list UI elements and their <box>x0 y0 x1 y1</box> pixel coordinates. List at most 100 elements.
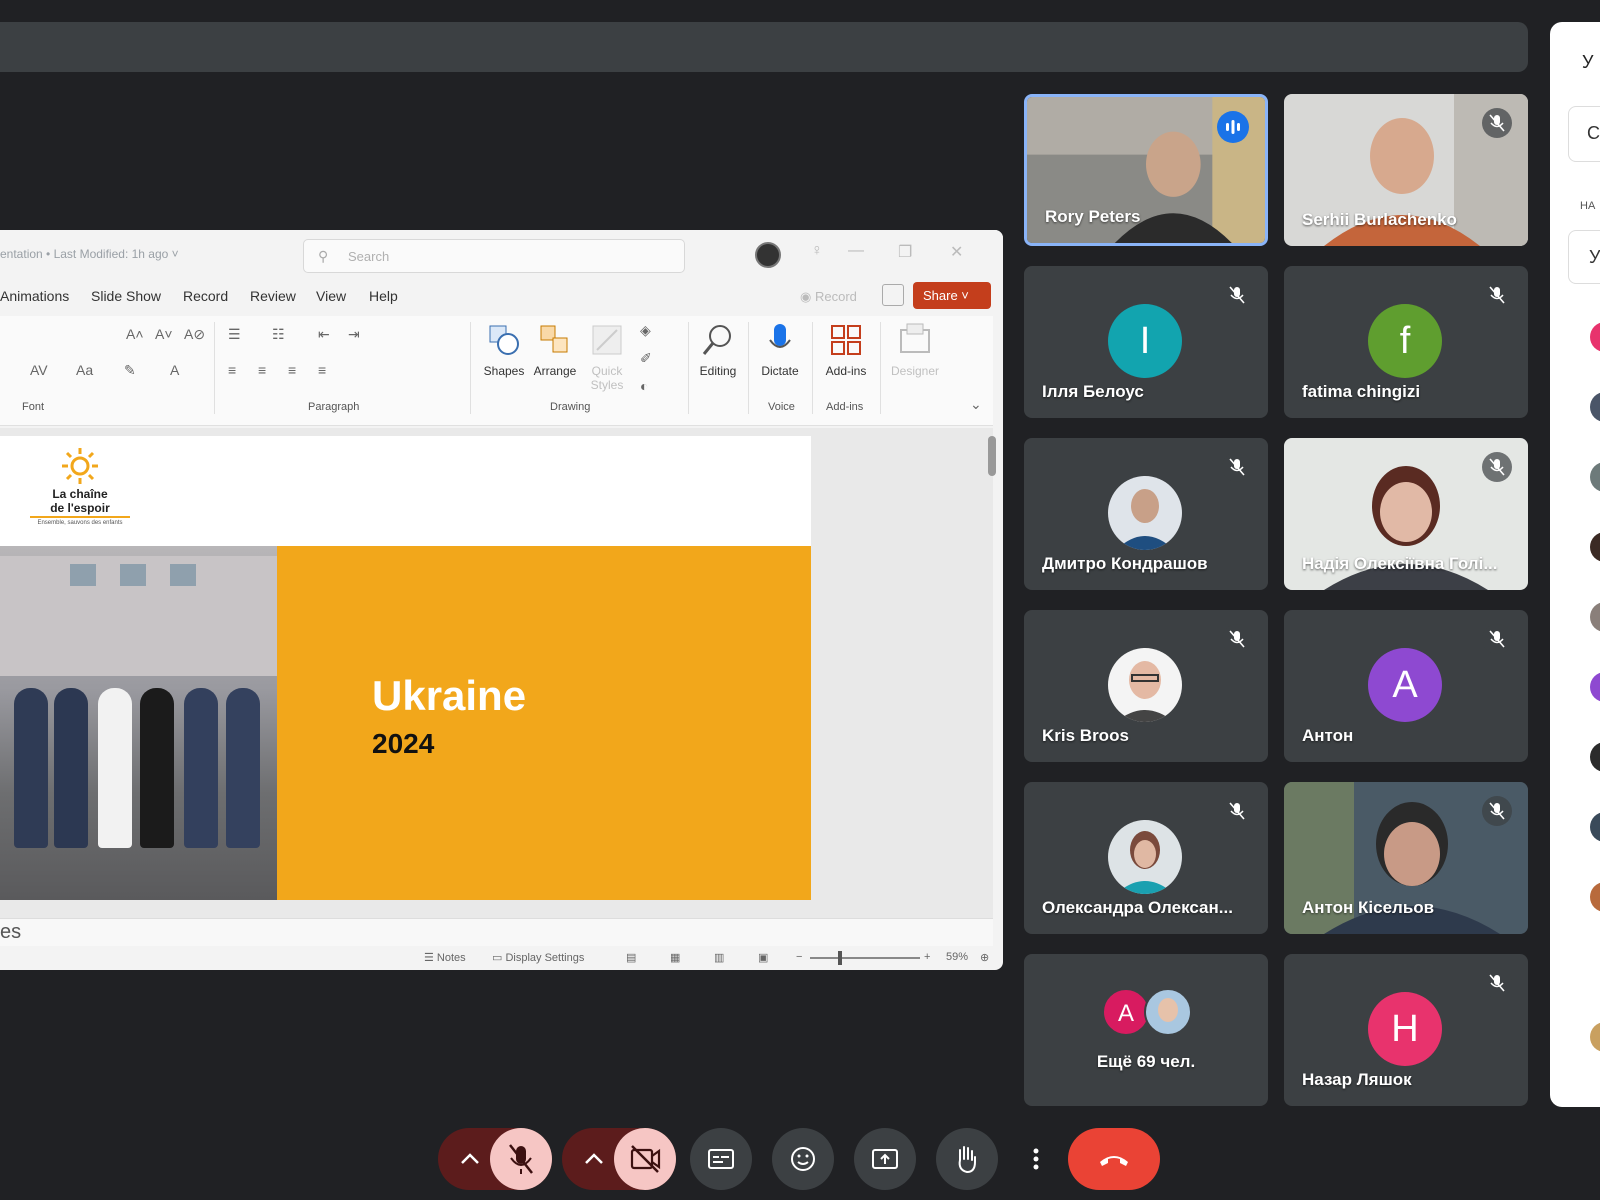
normal-view-icon[interactable]: ▤ <box>626 951 636 964</box>
menu-animations[interactable]: Animations <box>0 288 69 304</box>
menu-view[interactable]: View <box>316 288 346 304</box>
participant-tile[interactable]: H Назар Ляшок <box>1284 954 1528 1106</box>
dictate-button[interactable]: Dictate <box>750 322 810 378</box>
zoom-in-icon[interactable]: + <box>924 951 930 963</box>
reactions-button[interactable] <box>772 1128 834 1190</box>
document-title[interactable]: entation • Last Modified: 1h ago ˅ <box>0 247 179 261</box>
group-photo <box>0 546 277 900</box>
shape-effects-icon[interactable]: ◐ <box>640 378 648 394</box>
font-color-icon[interactable]: A <box>170 362 179 378</box>
notes-button[interactable]: ☰ Notes <box>424 951 466 964</box>
raise-hand-button[interactable] <box>936 1128 998 1190</box>
comment-icon[interactable] <box>882 284 904 306</box>
participant-tile[interactable]: Надія Олексіївна Голі... <box>1284 438 1528 590</box>
participant-avatar[interactable] <box>1590 882 1600 912</box>
mic-off-button[interactable] <box>490 1128 552 1190</box>
participant-avatar[interactable] <box>1590 1022 1600 1052</box>
participant-avatar[interactable] <box>1590 532 1600 562</box>
participant-tile[interactable]: f fatima chingizi <box>1284 266 1528 418</box>
add-ins-button[interactable]: Add-ins <box>816 322 876 378</box>
slide[interactable]: La chaîne de l'espoir Ensemble, sauvons … <box>0 436 811 900</box>
participant-tile[interactable]: Kris Broos <box>1024 610 1268 762</box>
participant-tile[interactable]: I Ілля Белоус <box>1024 266 1268 418</box>
participant-avatar[interactable] <box>1590 462 1600 492</box>
panel-row-text: У <box>1589 247 1600 267</box>
avatar-photo <box>1108 648 1182 722</box>
reading-view-icon[interactable]: ▥ <box>714 951 724 964</box>
display-settings-button[interactable]: ▭ Display Settings <box>492 951 584 964</box>
shape-outline-icon[interactable]: ✐ <box>640 350 652 367</box>
close-icon[interactable]: ✕ <box>950 242 963 262</box>
bullets-icon[interactable]: ☰ <box>228 326 241 343</box>
menu-help[interactable]: Help <box>369 288 398 304</box>
align-left-icon[interactable]: ≡ <box>228 362 236 378</box>
restore-icon[interactable]: ❐ <box>898 242 912 262</box>
menu-review[interactable]: Review <box>250 288 296 304</box>
group-drawing: Drawing <box>550 401 591 413</box>
slide-sorter-icon[interactable]: ▦ <box>670 951 680 964</box>
participant-tile[interactable]: Олександра Олексан... <box>1024 782 1268 934</box>
notes-pane[interactable]: es <box>0 918 993 946</box>
group-paragraph: Paragraph <box>308 401 360 413</box>
char-spacing-icon[interactable]: AV <box>30 362 48 378</box>
camera-off-icon <box>630 1145 661 1173</box>
justify-icon[interactable]: ≡ <box>318 362 326 378</box>
panel-row[interactable]: У <box>1568 230 1600 284</box>
slideshow-view-icon[interactable]: ▣ <box>758 951 768 964</box>
participant-avatar[interactable] <box>1590 672 1600 702</box>
outdent-icon[interactable]: ⇥ <box>348 326 360 343</box>
indent-icon[interactable]: ⇤ <box>318 326 330 343</box>
present-button[interactable] <box>854 1128 916 1190</box>
minimize-icon[interactable]: — <box>848 242 864 260</box>
display-settings-label: Display Settings <box>505 952 585 964</box>
search-box[interactable]: ⚲ Search <box>303 239 685 273</box>
change-case-icon[interactable]: Aa <box>76 362 93 378</box>
arrange-button[interactable]: Arrange <box>525 322 585 378</box>
more-participants-tile[interactable]: A Ещё 69 чел. <box>1024 954 1268 1106</box>
shape-fill-icon[interactable]: ◈ <box>640 322 651 339</box>
align-right-icon[interactable]: ≡ <box>288 362 296 378</box>
clear-format-icon[interactable]: A⊘ <box>184 326 205 343</box>
participant-avatar[interactable] <box>1590 392 1600 422</box>
user-avatar[interactable] <box>755 242 781 268</box>
arrange-icon <box>540 325 568 353</box>
participant-avatar[interactable] <box>1590 602 1600 632</box>
camera-off-button[interactable] <box>614 1128 676 1190</box>
avatar-photo <box>1108 476 1182 550</box>
panel-search[interactable]: С <box>1568 106 1600 162</box>
share-button[interactable]: Share ˅ <box>913 282 991 309</box>
highlight-icon[interactable]: ✎ <box>124 362 136 379</box>
slide-year: 2024 <box>372 728 435 759</box>
menu-slide-show[interactable]: Slide Show <box>91 288 161 304</box>
more-options-button[interactable] <box>1018 1128 1054 1190</box>
editing-button[interactable]: Editing <box>688 322 748 378</box>
lightbulb-icon[interactable]: ♀ <box>811 242 823 260</box>
avatar-letter: H <box>1368 992 1442 1066</box>
leave-call-button[interactable] <box>1068 1128 1160 1190</box>
record-button[interactable]: ◉ Record <box>800 289 857 305</box>
shrink-font-icon[interactable]: A˅ <box>155 326 173 342</box>
ribbon-collapse-icon[interactable]: ⌄ <box>970 396 982 413</box>
designer-button[interactable]: Designer <box>885 322 945 378</box>
captions-button[interactable] <box>690 1128 752 1190</box>
numbering-icon[interactable]: ☷ <box>272 326 285 343</box>
participant-tile[interactable]: A Антон <box>1284 610 1528 762</box>
menu-record[interactable]: Record <box>183 288 228 304</box>
align-center-icon[interactable]: ≡ <box>258 362 266 378</box>
participant-tile[interactable]: Serhii Burlachenko <box>1284 94 1528 246</box>
fit-slide-icon[interactable]: ⊕ <box>980 951 989 964</box>
participant-tile[interactable]: Rory Peters <box>1024 94 1268 246</box>
participant-tile[interactable]: Антон Кісельов <box>1284 782 1528 934</box>
participant-avatar[interactable] <box>1590 742 1600 772</box>
vertical-scrollbar[interactable] <box>988 436 996 476</box>
grow-font-icon[interactable]: A˄ <box>126 326 144 342</box>
zoom-thumb[interactable] <box>838 951 842 965</box>
participant-avatar[interactable] <box>1590 322 1600 352</box>
zoom-out-icon[interactable]: − <box>796 951 802 963</box>
participant-tile[interactable]: Дмитро Кондрашов <box>1024 438 1268 590</box>
participant-avatar[interactable] <box>1590 812 1600 842</box>
quick-styles-button[interactable]: Quick Styles <box>577 322 637 392</box>
zoom-level[interactable]: 59% <box>946 951 968 963</box>
divider <box>470 322 471 414</box>
zoom-slider[interactable] <box>810 957 920 959</box>
